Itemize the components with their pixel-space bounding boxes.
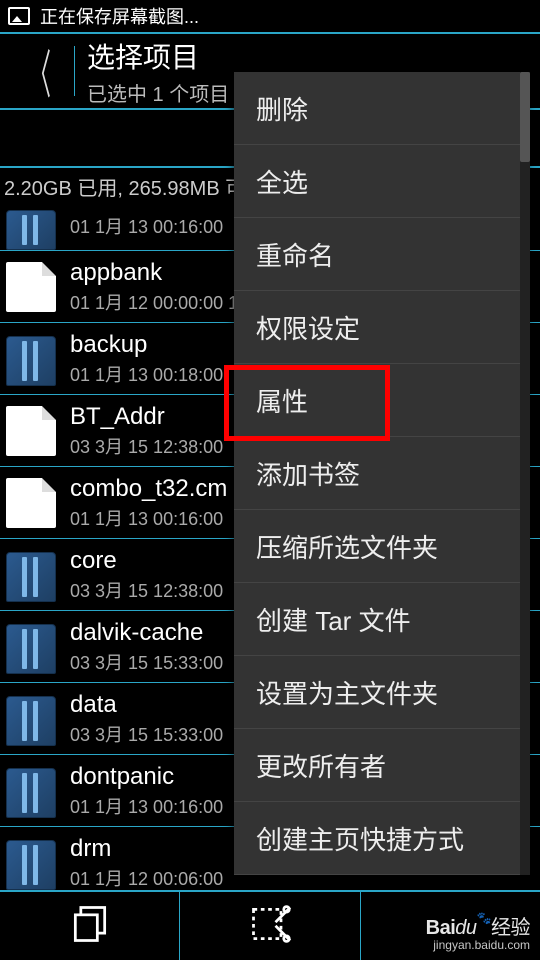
- file-icon: [6, 262, 56, 312]
- file-name: combo_t32.cm: [70, 475, 227, 503]
- file-date: 03 3月 15 15:33:00: [70, 721, 223, 747]
- file-name: core: [70, 547, 223, 575]
- file-date: 01 1月 13 00:18:00: [70, 361, 223, 387]
- status-text: 正在保存屏幕截图...: [40, 3, 199, 29]
- header-text: 选择项目 已选中 1 个项目: [87, 36, 229, 107]
- context-menu: 删除 全选 重命名 权限设定 属性 添加书签 压缩所选文件夹 创建 Tar 文件…: [234, 72, 530, 875]
- menu-item-compress[interactable]: 压缩所选文件夹: [234, 510, 530, 583]
- folder-icon: [6, 840, 56, 890]
- copy-button[interactable]: [0, 892, 180, 960]
- menu-item-bookmark[interactable]: 添加书签: [234, 437, 530, 510]
- copy-icon: [68, 902, 112, 951]
- file-date: 01 1月 13 00:16:00: [70, 793, 223, 819]
- file-date: 03 3月 15 12:38:00: [70, 433, 223, 459]
- folder-icon: [6, 210, 56, 250]
- file-icon: [6, 478, 56, 528]
- folder-icon: [6, 624, 56, 674]
- file-name: dalvik-cache: [70, 619, 223, 647]
- file-name: BT_Addr: [70, 403, 223, 431]
- watermark-url: jingyan.baidu.com: [426, 938, 530, 952]
- file-icon: [6, 406, 56, 456]
- watermark-brand: Baidu: [426, 917, 477, 939]
- watermark: Baidu🐾经验 jingyan.baidu.com: [426, 911, 530, 952]
- menu-item-delete[interactable]: 删除: [234, 72, 530, 145]
- menu-item-change-owner[interactable]: 更改所有者: [234, 729, 530, 802]
- file-name: drm: [70, 835, 223, 863]
- folder-icon: [6, 696, 56, 746]
- watermark-suffix: 经验: [491, 917, 530, 939]
- scrollbar-thumb[interactable]: [520, 72, 530, 162]
- file-date: 01 1月 13 00:16:00: [70, 213, 223, 239]
- picture-icon: [8, 7, 30, 25]
- menu-item-properties[interactable]: 属性: [234, 364, 530, 437]
- file-date: 01 1月 12 00:06:00: [70, 865, 223, 891]
- menu-item-create-tar[interactable]: 创建 Tar 文件: [234, 583, 530, 656]
- folder-icon: [6, 552, 56, 602]
- folder-icon: [6, 336, 56, 386]
- status-bar: 正在保存屏幕截图...: [0, 0, 540, 32]
- selection-count: 已选中 1 个项目: [87, 78, 229, 107]
- cut-icon: [248, 902, 292, 951]
- file-name: data: [70, 691, 223, 719]
- file-name: backup: [70, 331, 223, 359]
- menu-item-select-all[interactable]: 全选: [234, 145, 530, 218]
- paw-icon: 🐾: [477, 911, 491, 925]
- file-name: appbank: [70, 259, 238, 287]
- file-date: 03 3月 15 15:33:00: [70, 649, 223, 675]
- folder-icon: [6, 768, 56, 818]
- back-button[interactable]: 〈: [26, 33, 55, 108]
- file-name: dontpanic: [70, 763, 223, 791]
- file-date: 01 1月 12 00:00:00 1: [70, 289, 238, 315]
- page-title: 选择项目: [87, 36, 229, 76]
- menu-item-set-home[interactable]: 设置为主文件夹: [234, 656, 530, 729]
- file-date: 01 1月 13 00:16:00: [70, 505, 227, 531]
- menu-item-rename[interactable]: 重命名: [234, 218, 530, 291]
- menu-item-create-shortcut[interactable]: 创建主页快捷方式: [234, 802, 530, 875]
- divider: [74, 46, 75, 96]
- cut-button[interactable]: [180, 892, 360, 960]
- menu-item-permissions[interactable]: 权限设定: [234, 291, 530, 364]
- scrollbar[interactable]: [520, 72, 530, 875]
- file-date: 03 3月 15 12:38:00: [70, 577, 223, 603]
